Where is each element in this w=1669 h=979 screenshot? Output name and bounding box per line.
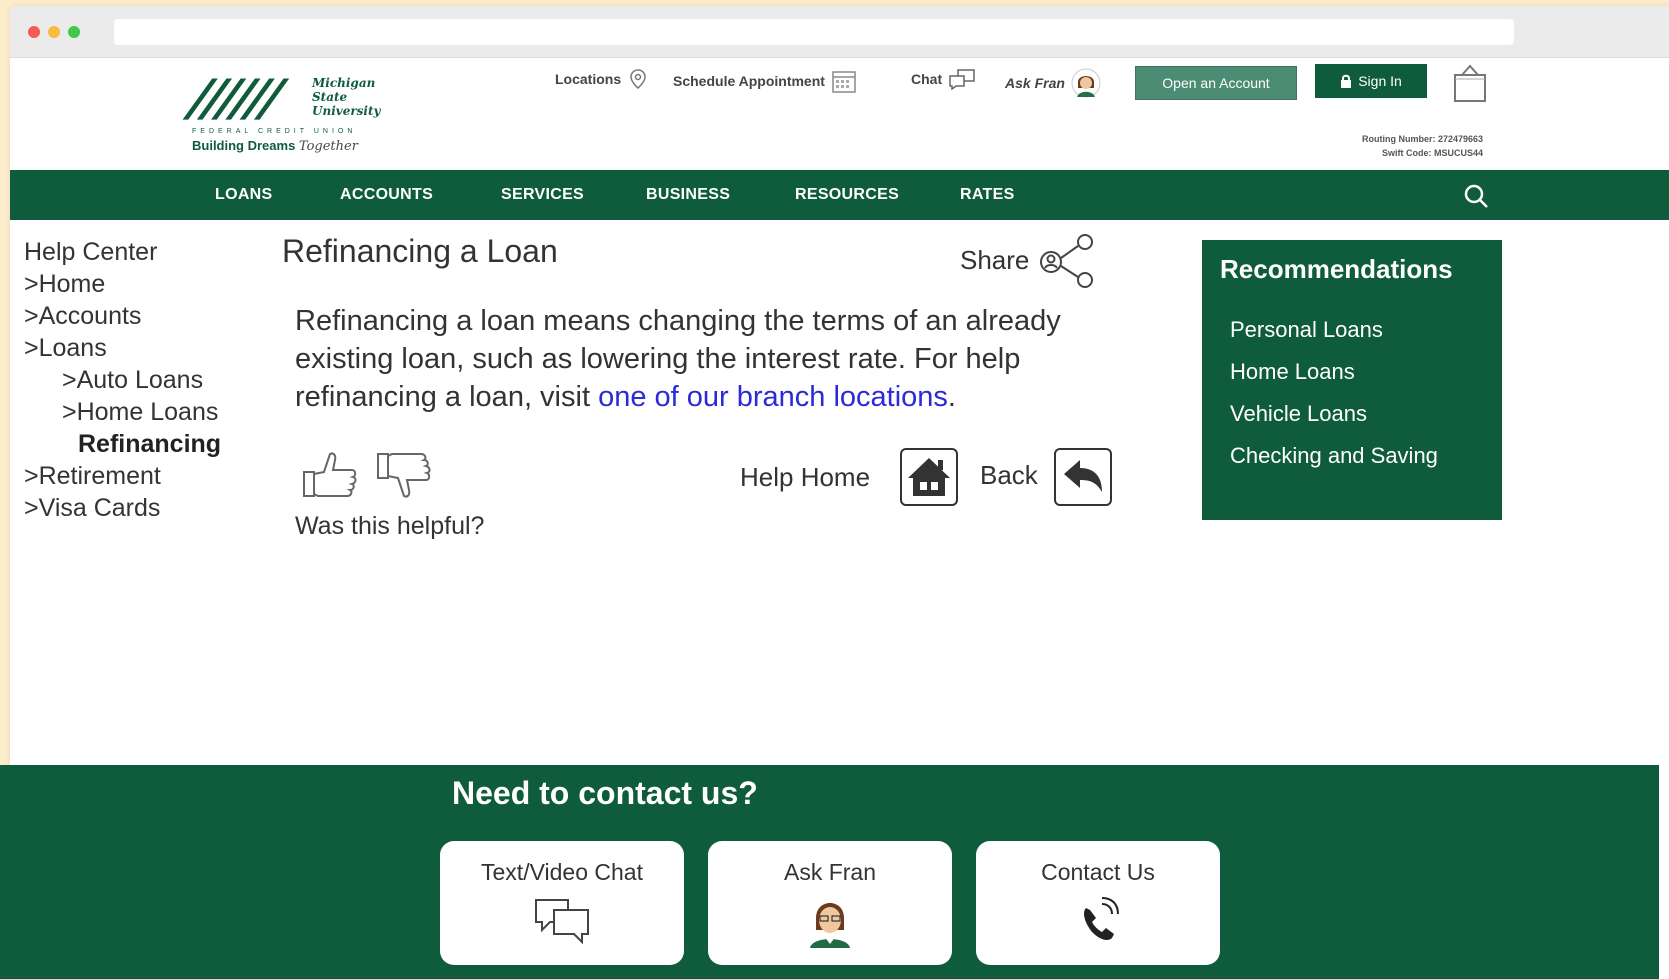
nav-accounts[interactable]: ACCOUNTS: [340, 170, 433, 220]
rec-personal-loans[interactable]: Personal Loans: [1220, 309, 1484, 351]
ask-fran-card[interactable]: Ask Fran: [708, 841, 952, 965]
chat-link[interactable]: Chat: [911, 68, 976, 90]
article-body: Refinancing a loan means changing the te…: [295, 305, 1061, 413]
chat-bubbles-icon: [949, 69, 975, 90]
nav-services[interactable]: SERVICES: [501, 170, 584, 220]
logo-mark-icon: //////: [185, 69, 284, 127]
sidebar-item-home-loans[interactable]: >Home Loans: [24, 396, 221, 428]
sidebar-item-retirement[interactable]: >Retirement: [24, 460, 221, 492]
open-account-button[interactable]: Open an Account: [1135, 66, 1297, 100]
house-icon: [908, 458, 950, 496]
help-home-button[interactable]: [900, 448, 958, 506]
site-header: ////// Michigan State University FEDERAL…: [10, 58, 1669, 170]
contact-footer: Need to contact us? Text/Video Chat Ask …: [0, 765, 1659, 979]
sidebar-item-refinancing[interactable]: Refinancing: [24, 428, 221, 460]
ask-fran-link[interactable]: Ask Fran: [1005, 68, 1101, 98]
sign-in-button[interactable]: Sign In: [1315, 64, 1427, 98]
calendar-icon: [832, 71, 856, 93]
maximize-window-button[interactable]: [68, 26, 80, 38]
close-window-button[interactable]: [28, 26, 40, 38]
sidebar-item-accounts[interactable]: >Accounts: [24, 300, 221, 332]
helpful-prompt: Was this helpful?: [295, 512, 485, 540]
sidebar-item-loans[interactable]: >Loans: [24, 332, 221, 364]
rec-home-loans[interactable]: Home Loans: [1220, 351, 1484, 393]
back-arrow-icon: [1064, 460, 1102, 492]
fran-avatar-icon: [1071, 68, 1101, 98]
lock-icon: [1341, 74, 1352, 88]
nav-business[interactable]: BUSINESS: [646, 170, 730, 220]
thumbs-up-icon[interactable]: [302, 450, 358, 500]
msufcu-logo[interactable]: ////// Michigan State University FEDERAL…: [186, 69, 412, 162]
shopping-bag-icon[interactable]: [1452, 63, 1488, 103]
nav-loans[interactable]: LOANS: [215, 170, 273, 220]
fran-avatar-icon: [810, 903, 850, 948]
search-icon[interactable]: [1463, 183, 1489, 209]
feedback-buttons: [302, 450, 432, 500]
main-nav: LOANS ACCOUNTS SERVICES BUSINESS RESOURC…: [10, 170, 1669, 220]
map-pin-icon: [630, 69, 646, 89]
address-bar[interactable]: [114, 19, 1514, 45]
sidebar-item-auto-loans[interactable]: >Auto Loans: [24, 364, 221, 396]
chat-bubbles-icon: [535, 899, 589, 945]
nav-resources[interactable]: RESOURCES: [795, 170, 899, 220]
rec-vehicle-loans[interactable]: Vehicle Loans: [1220, 393, 1484, 435]
schedule-appointment-link[interactable]: Schedule Appointment: [673, 68, 857, 94]
recommendations-title: Recommendations: [1220, 254, 1453, 284]
share-icon: [1040, 234, 1094, 288]
text-video-chat-card[interactable]: Text/Video Chat: [440, 841, 684, 965]
sidebar-item-home[interactable]: >Home: [24, 268, 221, 300]
browser-chrome: [10, 6, 1669, 58]
help-home-label: Help Home: [740, 462, 871, 492]
contact-heading: Need to contact us?: [452, 775, 758, 811]
back-label: Back: [980, 460, 1038, 490]
help-sidebar: Help Center >Home >Accounts >Loans >Auto…: [24, 236, 221, 524]
share-button[interactable]: Share: [960, 230, 1101, 290]
locations-link[interactable]: Locations: [555, 68, 649, 90]
thumbs-down-icon[interactable]: [376, 450, 432, 500]
sidebar-item-visa-cards[interactable]: >Visa Cards: [24, 492, 221, 524]
phone-icon: [1084, 897, 1119, 940]
rec-checking-and-saving[interactable]: Checking and Saving: [1220, 435, 1484, 477]
page-title: Refinancing a Loan: [282, 233, 558, 269]
minimize-window-button[interactable]: [48, 26, 60, 38]
routing-info: Routing Number: 272479663 Swift Code: MS…: [1361, 134, 1483, 158]
contact-us-card[interactable]: Contact Us: [976, 841, 1220, 965]
sidebar-item-help-center[interactable]: Help Center: [24, 236, 221, 268]
nav-rates[interactable]: RATES: [960, 170, 1015, 220]
recommendations-panel: Recommendations Personal Loans Home Loan…: [1202, 240, 1502, 520]
branch-locations-link[interactable]: one of our branch locations: [598, 381, 948, 413]
back-button[interactable]: [1054, 448, 1112, 506]
